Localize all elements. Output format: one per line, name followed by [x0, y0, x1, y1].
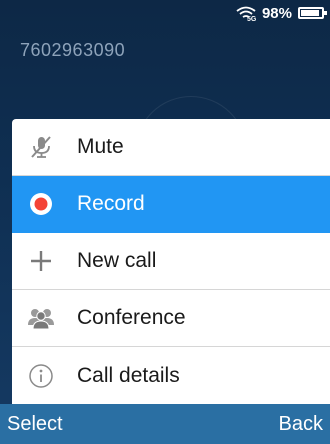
battery-level [301, 10, 319, 16]
menu-item-label: Conference [77, 306, 186, 329]
select-softkey[interactable]: Select [7, 413, 63, 436]
back-softkey[interactable]: Back [279, 413, 323, 436]
call-options-menu: Mute Record New call Conference Call det… [12, 119, 330, 404]
call-screen: 5G 98% 7602963090 Mute Record New call C… [0, 0, 330, 444]
menu-item-mute[interactable]: Mute [12, 119, 330, 176]
menu-item-call-details[interactable]: Call details [12, 347, 330, 404]
menu-item-label: Call details [77, 363, 180, 387]
menu-item-label: Mute [77, 135, 124, 158]
svg-text:5G: 5G [247, 16, 256, 21]
menu-item-record[interactable]: Record [12, 176, 330, 233]
wifi-5g-icon: 5G [236, 5, 257, 23]
menu-item-conference[interactable]: Conference [12, 290, 330, 347]
menu-item-label: New call [77, 249, 157, 272]
plus-icon [27, 247, 55, 275]
softkey-bar: Select Back [0, 404, 330, 444]
menu-item-new-call[interactable]: New call [12, 233, 330, 290]
conference-icon [27, 304, 55, 332]
mic-off-icon [27, 133, 55, 161]
menu-item-label: Record [77, 192, 145, 215]
battery-icon [298, 7, 327, 19]
info-icon [27, 362, 55, 390]
record-icon [27, 190, 55, 218]
battery-percent: 98% [261, 4, 292, 22]
status-bar: 5G 98% [0, 0, 330, 26]
phone-number: 7602963090 [20, 40, 126, 60]
